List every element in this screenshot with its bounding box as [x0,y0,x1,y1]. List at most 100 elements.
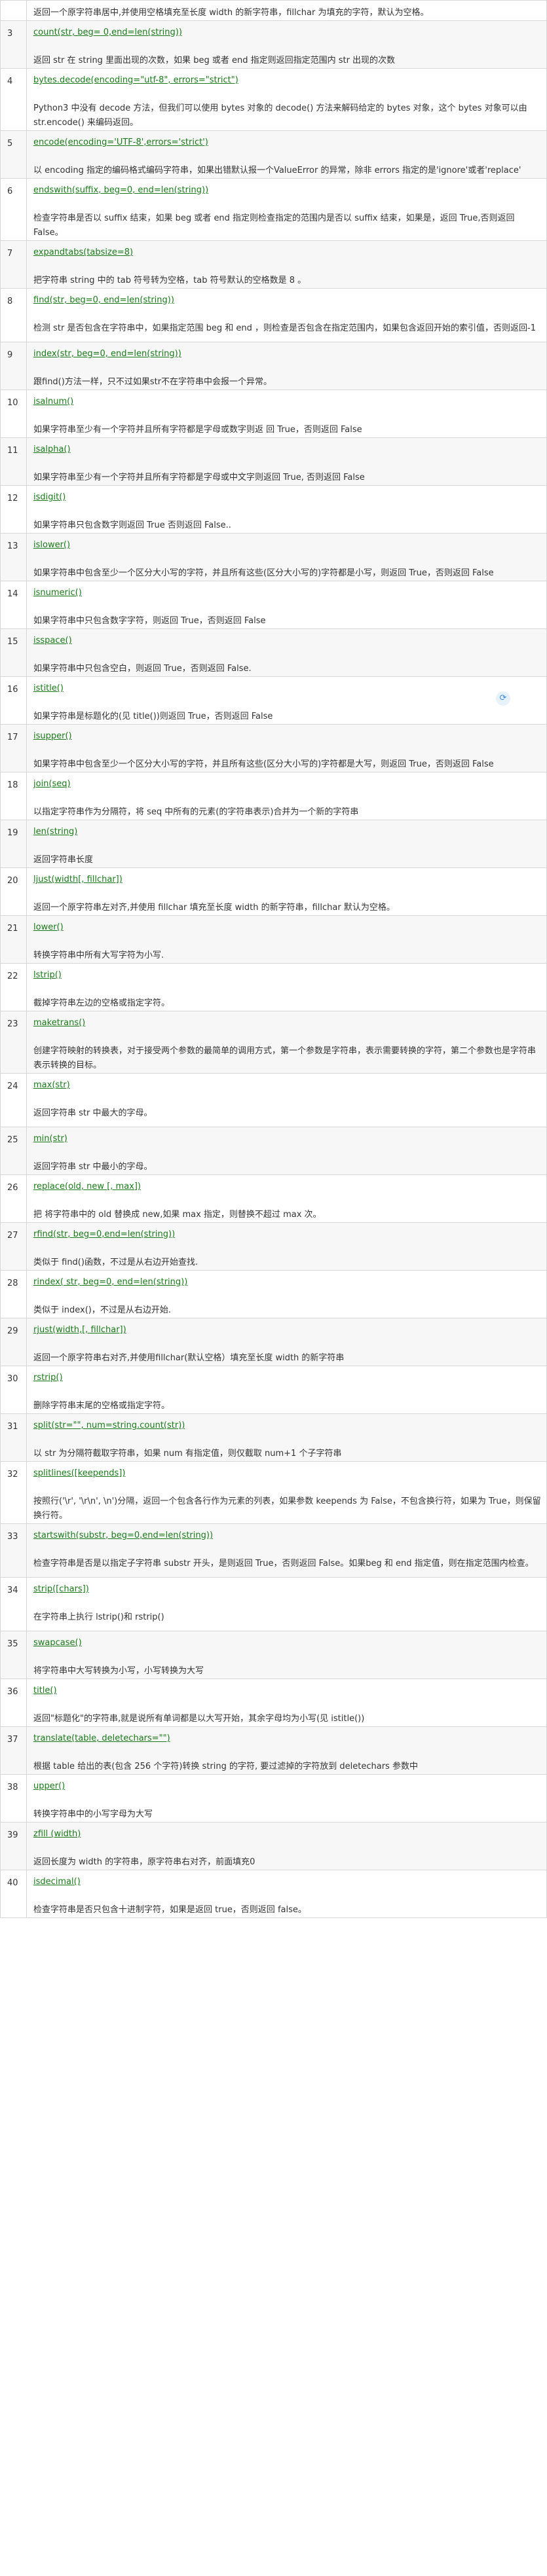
method-cell: splitlines([keepends]) 按照行('\r', '\r\n', … [26,1461,547,1524]
method-description: 按照行('\r', '\r\n', \n')分隔，返回一个包含各行作为元素的列表… [33,1497,541,1521]
method-link[interactable]: isnumeric() [33,587,541,600]
table-row: 31 split(str="", num=string.count(str)) 以 … [0,1413,547,1462]
method-description: 把 将字符串中的 old 替换成 new,如果 max 指定，则替换不超过 ma… [33,1210,322,1220]
table-row: 10 isalnum() 如果字符串至少有一个字符并且所有字符都是字母或数字则返 回… [0,390,547,438]
method-link[interactable]: isdecimal() [33,1876,541,1889]
method-link[interactable]: index(str, beg=0, end=len(string)) [33,348,541,361]
method-link[interactable]: max(str) [33,1079,541,1092]
method-cell: split(str="", num=string.count(str)) 以 st… [26,1413,547,1462]
method-description: 返回 str 在 string 里面出现的次数，如果 beg 或者 end 指定… [33,56,396,65]
method-cell: isalpha() 如果字符串至少有一个字符并且所有字符都是字母或中文字则返回 T… [26,437,547,486]
row-number: 33 [0,1523,27,1578]
method-link[interactable]: find(str, beg=0, end=len(string)) [33,294,541,307]
method-link[interactable]: isspace() [33,634,541,647]
string-methods-table: 返回一个原字符串居中,并使用空格填充至长度 width 的新字符串，fillch… [0,0,547,1918]
method-link[interactable]: startswith(substr, beg=0,end=len(string)… [33,1529,541,1542]
method-description: 返回"标题化"的字符串,就是说所有单词都是以大写开始，其余字母均为小写(见 is… [33,1714,365,1724]
row-number: 20 [0,867,27,916]
row-number: 16 [0,676,27,725]
table-row: 21 lower() 转换字符串中所有大写字符为小写. [0,915,547,964]
method-link[interactable]: title() [33,1684,541,1697]
table-row: 39 zfill (width) 返回长度为 width 的字符串，原字符串右对齐，… [0,1822,547,1870]
method-link[interactable]: split(str="", num=string.count(str)) [33,1419,541,1432]
table-row: 27 rfind(str, beg=0,end=len(string)) 类似于 f… [0,1222,547,1271]
method-link[interactable]: maketrans() [33,1017,541,1030]
refresh-icon[interactable]: ⟳ [496,691,510,706]
method-link[interactable]: ljust(width[, fillchar]) [33,873,541,886]
method-link[interactable]: translate(table, deletechars="") [33,1732,541,1745]
method-link[interactable]: rfind(str, beg=0,end=len(string)) [33,1228,541,1241]
table-row: 23 maketrans() 创建字符映射的转换表，对于接受两个参数的最简单的调用方… [0,1011,547,1074]
method-link[interactable]: len(string) [33,825,541,839]
method-description: 截掉字符串左边的空格或指定字符。 [33,998,170,1008]
method-link[interactable]: rstrip() [33,1371,541,1385]
method-link[interactable]: join(seq) [33,778,541,791]
table-row: 37 translate(table, deletechars="") 根据 tab… [0,1726,547,1775]
method-cell: isalnum() 如果字符串至少有一个字符并且所有字符都是字母或数字则返 回 T… [26,390,547,438]
method-description: 根据 table 给出的表(包含 256 个字符)转换 string 的字符, … [33,1762,418,1771]
method-link[interactable]: strip([chars]) [33,1583,541,1596]
method-cell: istitle() 如果字符串是标题化的(见 title())则返回 True，否… [26,676,547,725]
method-cell: rindex( str, beg=0, end=len(string)) 类似于 … [26,1270,547,1318]
row-number: 26 [0,1174,27,1223]
method-link[interactable]: replace(old, new [, max]) [33,1180,541,1193]
table-row: 8 find(str, beg=0, end=len(string)) 检测 str… [0,288,547,342]
method-cell: translate(table, deletechars="") 根据 table… [26,1726,547,1775]
method-description: 如果字符串是标题化的(见 title())则返回 True，否则返回 False [33,712,273,721]
table-row: 9 index(str, beg=0, end=len(string)) 跟find… [0,342,547,390]
row-number: 5 [0,130,27,179]
method-link[interactable]: splitlines([keepends]) [33,1467,541,1480]
method-cell: upper() 转换字符串中的小写字母为大写 [26,1774,547,1823]
method-description: 将字符串中大写转换为小写，小写转换为大写 [33,1666,204,1676]
table-row: 15 isspace() 如果字符串中只包含空白，则返回 True，否则返回 Fal… [0,628,547,677]
method-link[interactable]: isalpha() [33,443,541,456]
row-number: 10 [0,390,27,438]
method-link[interactable]: rjust(width,[, fillchar]) [33,1324,541,1337]
row-number: 36 [0,1678,27,1727]
method-cell: find(str, beg=0, end=len(string)) 检测 str … [26,288,547,342]
method-cell: maketrans() 创建字符映射的转换表，对于接受两个参数的最简单的调用方式，… [26,1011,547,1074]
row-number: 39 [0,1822,27,1870]
method-link[interactable]: islower() [33,539,541,552]
method-link[interactable]: zfill (width) [33,1828,541,1841]
method-link[interactable]: lower() [33,921,541,934]
method-link[interactable]: isdigit() [33,491,541,504]
method-cell: zfill (width) 返回长度为 width 的字符串，原字符串右对齐，前面… [26,1822,547,1870]
method-cell: isspace() 如果字符串中只包含空白，则返回 True，否则返回 False… [26,628,547,677]
row-number: 6 [0,178,27,241]
method-link[interactable]: endswith(suffix, beg=0, end=len(string)) [33,184,541,197]
method-cell: lower() 转换字符串中所有大写字符为小写. [26,915,547,964]
method-cell: isupper() 如果字符串中包含至少一个区分大小写的字符，并且所有这些(区分大… [26,724,547,772]
method-description: 返回字符串 str 中最小的字母。 [33,1162,153,1172]
method-link[interactable]: count(str, beg= 0,end=len(string)) [33,26,541,39]
table-row: 38 upper() 转换字符串中的小写字母为大写 [0,1774,547,1823]
method-link[interactable]: rindex( str, beg=0, end=len(string)) [33,1276,541,1289]
table-row: 17 isupper() 如果字符串中包含至少一个区分大小写的字符，并且所有这些(区… [0,724,547,772]
method-link[interactable]: expandtabs(tabsize=8) [33,246,541,259]
method-link[interactable]: swapcase() [33,1637,541,1650]
method-link[interactable]: min(str) [33,1133,541,1146]
row-number: 13 [0,533,27,581]
table-row: 25 min(str) 返回字符串 str 中最小的字母。 [0,1127,547,1175]
method-link[interactable]: lstrip() [33,969,541,982]
method-description: 检测 str 是否包含在字符串中，如果指定范围 beg 和 end ，则检查是否… [33,323,536,333]
method-cell: min(str) 返回字符串 str 中最小的字母。 [26,1127,547,1175]
method-link[interactable]: upper() [33,1780,541,1793]
table-row: 35 swapcase() 将字符串中大写转换为小写，小写转换为大写 [0,1631,547,1679]
row-number: 7 [0,240,27,289]
method-cell: expandtabs(tabsize=8) 把字符串 string 中的 tab … [26,240,547,289]
method-description: 在字符串上执行 lstrip()和 rstrip() [33,1612,164,1622]
method-description: 类似于 find()函数，不过是从右边开始查找. [33,1258,198,1267]
method-description: 如果字符串至少有一个字符并且所有字符都是字母或中文字则返回 True, 否则返回… [33,473,365,482]
method-description: 如果字符串中只包含空白，则返回 True，否则返回 False. [33,664,252,674]
method-link[interactable]: encode(encoding='UTF-8',errors='strict') [33,136,541,149]
method-link[interactable]: isupper() [33,730,541,743]
method-link[interactable]: istitle() [33,682,541,695]
table-row: 14 isnumeric() 如果字符串中只包含数字字符，则返回 True，否则返回… [0,581,547,629]
row-number: 28 [0,1270,27,1318]
method-cell: isdigit() 如果字符串只包含数字则返回 True 否则返回 False.. [26,485,547,534]
method-description: 转换字符串中所有大写字符为小写. [33,951,164,960]
method-link[interactable]: isalnum() [33,395,541,408]
table-row: 20 ljust(width[, fillchar]) 返回一个原字符串左对齐,并使… [0,867,547,916]
method-link[interactable]: bytes.decode(encoding="utf-8", errors="s… [33,74,541,87]
